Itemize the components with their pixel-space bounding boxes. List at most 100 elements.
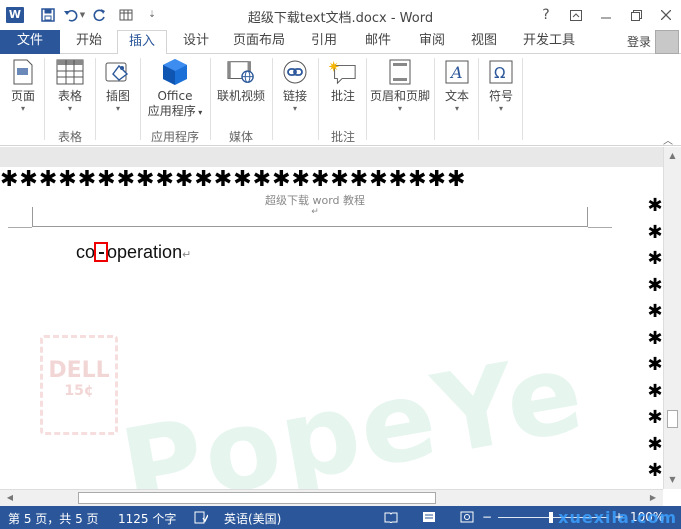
zoom-slider-thumb[interactable] xyxy=(549,512,553,523)
border-star: ✱ xyxy=(647,195,663,216)
language-status[interactable]: 英语(美国) xyxy=(224,510,281,527)
undo-icon[interactable]: ▼ xyxy=(62,5,86,25)
header-paragraph-mark: ↵ xyxy=(311,207,319,217)
page-border-right: ✱✱✱✱✱✱✱✱✱✱✱✱ xyxy=(647,193,663,489)
avatar[interactable] xyxy=(655,30,679,54)
border-star: ✱ xyxy=(647,380,663,402)
illustrations-icon xyxy=(104,58,132,86)
office-store-icon xyxy=(161,58,189,86)
vertical-scroll-thumb[interactable] xyxy=(667,410,678,428)
title-bar: W ▼ ⇣ 超级下载text文档.docx - Word ? xyxy=(0,0,681,30)
scroll-left-icon[interactable]: ◀ xyxy=(2,490,18,506)
body-text-before: co xyxy=(76,242,96,262)
links-button[interactable]: 链接 ▾ xyxy=(278,58,312,114)
tab-references[interactable]: 引用 xyxy=(302,30,346,54)
page-icon xyxy=(9,58,37,86)
collapse-ribbon-icon[interactable]: ︿ xyxy=(663,132,673,147)
web-layout-icon[interactable] xyxy=(458,509,476,525)
word-count[interactable]: 1125 个字 xyxy=(118,510,176,527)
watermark-stamp: DELL 15¢ xyxy=(40,335,118,435)
omega-icon: Ω xyxy=(487,58,515,86)
horizontal-scroll-thumb[interactable] xyxy=(78,492,436,504)
border-star: ✱ xyxy=(647,327,663,349)
read-mode-icon[interactable] xyxy=(382,509,400,525)
zoom-out-button[interactable]: − xyxy=(482,510,492,524)
word-app-icon[interactable]: W xyxy=(6,7,24,23)
pages-button[interactable]: 页面 ▾ xyxy=(6,58,40,114)
tab-design[interactable]: 设计 xyxy=(172,30,220,54)
ribbon-insert: 页面 ▾ 表格 ▾ 表格 插图 ▾ Office 应用程序 ▾ 应用程序 联机视频… xyxy=(0,54,681,147)
border-star: ✱ xyxy=(647,221,663,243)
page-count[interactable]: 第 5 页，共 5 页 xyxy=(8,510,99,527)
login-link[interactable]: 登录 xyxy=(627,33,651,50)
border-star: ✱ xyxy=(647,433,663,455)
group-media-label: 媒体 xyxy=(228,130,253,144)
page-gap xyxy=(0,147,663,167)
scroll-down-icon[interactable]: ▼ xyxy=(664,473,681,487)
tab-view[interactable]: 视图 xyxy=(462,30,506,54)
tab-file[interactable]: 文件 xyxy=(0,30,60,54)
header-footer-icon xyxy=(386,58,414,86)
office-apps-button[interactable]: Office 应用程序 ▾ xyxy=(144,58,206,120)
border-star: ✱ xyxy=(647,274,663,296)
window-controls: ? xyxy=(531,0,681,30)
vertical-scrollbar[interactable]: ▲ ▼ xyxy=(663,147,681,489)
save-icon[interactable] xyxy=(36,5,60,25)
table-grid-icon xyxy=(56,58,84,86)
print-layout-icon[interactable] xyxy=(420,509,438,525)
scroll-right-icon[interactable]: ▶ xyxy=(645,490,661,506)
border-star: ✱ xyxy=(647,301,663,322)
illustrations-button[interactable]: 插图 ▾ xyxy=(102,58,134,114)
proofing-icon[interactable] xyxy=(192,509,210,525)
body-paragraph[interactable]: co operation↵ xyxy=(76,242,191,263)
redo-icon[interactable] xyxy=(88,5,112,25)
comment-button[interactable]: 批注 xyxy=(324,58,362,104)
scroll-up-icon[interactable]: ▲ xyxy=(664,149,681,163)
svg-text:A: A xyxy=(449,63,463,82)
tab-review[interactable]: 审阅 xyxy=(410,30,454,54)
text-button[interactable]: A 文本 ▾ xyxy=(440,58,474,114)
watermark-popeye: PopeYe xyxy=(112,327,594,489)
ribbon-tabs: 文件 开始 插入 设计 页面布局 引用 邮件 审阅 视图 开发工具 登录 xyxy=(0,30,681,55)
horizontal-scrollbar[interactable]: ◀ ▶ xyxy=(0,489,663,506)
border-star: ✱ xyxy=(647,354,663,375)
customize-icon[interactable]: ⇣ xyxy=(140,5,164,25)
tab-developer[interactable]: 开发工具 xyxy=(515,30,583,54)
svg-text:Ω: Ω xyxy=(494,64,505,82)
link-icon xyxy=(281,58,309,86)
body-text-after: operation xyxy=(107,242,183,262)
header-footer-button[interactable]: 页眉和页脚 ▾ xyxy=(370,58,430,114)
document-area[interactable]: DELL 15¢ PopeYe ✱✱✱✱✱✱✱✱✱✱✱✱✱✱✱✱✱✱✱✱✱✱✱✱… xyxy=(0,147,663,489)
quick-access-toolbar: ▼ ⇣ xyxy=(36,5,164,25)
group-apps-label: 应用程序 xyxy=(150,130,199,144)
site-watermark: xuexila.com xyxy=(558,508,677,527)
status-bar: 第 5 页，共 5 页 1125 个字 英语(美国) − + 100% xuex… xyxy=(0,506,681,529)
symbols-button[interactable]: Ω 符号 ▾ xyxy=(484,58,518,114)
tab-home[interactable]: 开始 xyxy=(65,30,113,54)
margin-corner-right xyxy=(588,227,612,228)
tab-page-layout[interactable]: 页面布局 xyxy=(226,30,292,54)
border-star: ✱ xyxy=(647,248,663,269)
paragraph-mark: ↵ xyxy=(182,249,192,261)
tab-insert[interactable]: 插入 xyxy=(117,30,167,55)
highlighted-hyphen xyxy=(94,242,109,262)
border-star: ✱ xyxy=(647,460,663,481)
table-button[interactable]: 表格 ▾ xyxy=(52,58,88,114)
help-button[interactable]: ? xyxy=(531,0,561,30)
group-tables-label: 表格 xyxy=(57,130,82,144)
group-comments-label: 批注 xyxy=(330,130,355,144)
online-video-button[interactable]: 联机视频 xyxy=(214,58,268,104)
page-border-top: ✱✱✱✱✱✱✱✱✱✱✱✱✱✱✱✱✱✱✱✱✱✱✱✱ xyxy=(0,169,467,191)
ribbon-display-options-icon[interactable] xyxy=(561,0,591,30)
restore-icon[interactable] xyxy=(621,0,651,30)
page-header-text[interactable]: 超级下载 word 教程 xyxy=(0,192,630,208)
table-icon[interactable] xyxy=(114,5,138,25)
tab-mailings[interactable]: 邮件 xyxy=(356,30,400,54)
comment-icon xyxy=(329,58,357,86)
close-icon[interactable] xyxy=(651,0,681,30)
video-icon xyxy=(227,58,255,86)
margin-corner-left xyxy=(8,227,32,228)
border-star: ✱ xyxy=(647,407,663,428)
minimize-icon[interactable] xyxy=(591,0,621,30)
text-box-icon: A xyxy=(443,58,471,86)
